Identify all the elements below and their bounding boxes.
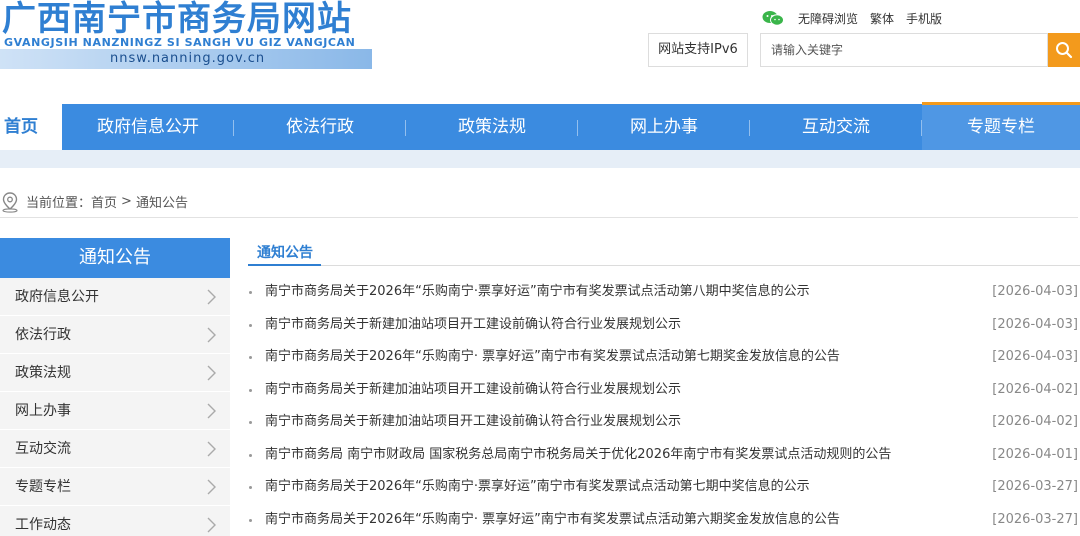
- list-item[interactable]: 南宁市商务局关于2026年“乐购南宁·票享好运”南宁市有奖发票试点活动第七期中奖…: [248, 471, 1080, 504]
- chevron-right-icon: [207, 441, 216, 457]
- site-logo-zhuang: GVANGJSIH NANZNINGZ SI SANGH VU GIZ VANG…: [4, 36, 356, 49]
- search-input[interactable]: [760, 33, 1048, 67]
- list-item[interactable]: 南宁市商务局 南宁市财政局 国家税务总局南宁市税务局关于优化2026年南宁市有奖…: [248, 439, 1080, 472]
- nav-label: 网上办事: [630, 117, 698, 137]
- bullet-dot: [249, 388, 252, 392]
- nav-special-topics[interactable]: 专题专栏: [922, 102, 1080, 150]
- sidebar-item-label: 政策法规: [15, 365, 71, 381]
- wechat-icon[interactable]: [762, 10, 784, 26]
- notice-title[interactable]: 南宁市商务局关于2026年“乐购南宁· 票享好运”南宁市有奖发票试点活动第六期奖…: [265, 512, 840, 527]
- site-logo-title[interactable]: 广西南宁市商务局网站: [2, 0, 352, 38]
- breadcrumb-current[interactable]: 通知公告: [136, 192, 188, 211]
- notice-date: [2026-04-02]: [992, 414, 1078, 429]
- sidebar-item-law-admin[interactable]: 依法行政: [0, 316, 230, 354]
- nav-online-service[interactable]: 网上办事: [578, 104, 750, 150]
- bullet-dot: [249, 291, 252, 294]
- sidebar-item-special-topics[interactable]: 专题专栏: [0, 468, 230, 506]
- nav-label: 依法行政: [286, 117, 354, 137]
- sidebar-item-interaction[interactable]: 互动交流: [0, 430, 230, 468]
- nav-law-admin[interactable]: 依法行政: [234, 104, 406, 150]
- bullet-dot: [249, 518, 252, 522]
- notice-date: [2026-04-02]: [992, 381, 1078, 397]
- notice-date: [2026-04-03]: [992, 284, 1078, 299]
- list-item[interactable]: 南宁市商务局关于新建加油站项目开工建设前确认符合行业发展规划公示 [2026-04…: [248, 374, 1080, 407]
- nav-underbar: [0, 150, 1080, 168]
- notice-title[interactable]: 南宁市商务局关于2026年“乐购南宁· 票享好运”南宁市有奖发票试点活动第七期奖…: [265, 349, 840, 364]
- site-header: 广西南宁市商务局网站 GVANGJSIH NANZNINGZ SI SANGH …: [0, 0, 1080, 104]
- accessibility-link[interactable]: 无障碍浏览: [798, 10, 858, 27]
- notice-title[interactable]: 南宁市商务局关于2026年“乐购南宁·票享好运”南宁市有奖发票试点活动第八期中奖…: [265, 284, 810, 299]
- bullet-dot: [249, 356, 252, 359]
- notice-title[interactable]: 南宁市商务局关于新建加油站项目开工建设前确认符合行业发展规划公示: [265, 382, 681, 397]
- sidebar: 通知公告 政府信息公开 依法行政 政策法规 网上办事 互动交流 专题专栏 工作动…: [0, 238, 230, 536]
- main-content: 通知公告 南宁市商务局关于2026年“乐购南宁·票享好运”南宁市有奖发票试点活动…: [248, 238, 1080, 536]
- notice-date: [2026-04-03]: [992, 316, 1078, 332]
- bullet-dot: [249, 453, 252, 457]
- sidebar-item-policy[interactable]: 政策法规: [0, 354, 230, 392]
- sidebar-item-work-news[interactable]: 工作动态: [0, 506, 230, 536]
- chevron-right-icon: [207, 289, 216, 305]
- breadcrumb-separator: >: [121, 194, 132, 209]
- nav-label: 专题专栏: [967, 117, 1035, 137]
- search-icon: [1056, 42, 1073, 59]
- bullet-dot: [249, 421, 252, 424]
- list-item[interactable]: 南宁市商务局关于新建加油站项目开工建设前确认符合行业发展规划公示 [2026-04…: [248, 309, 1080, 342]
- notice-title[interactable]: 南宁市商务局 南宁市财政局 国家税务总局南宁市税务局关于优化2026年南宁市有奖…: [265, 447, 891, 462]
- breadcrumb-home[interactable]: 首页: [91, 192, 117, 211]
- nav-label: 政策法规: [458, 117, 526, 137]
- sidebar-title: 通知公告: [0, 238, 230, 278]
- sidebar-item-online-service[interactable]: 网上办事: [0, 392, 230, 430]
- nav-label: 政府信息公开: [97, 117, 199, 137]
- chevron-right-icon: [207, 365, 216, 381]
- sidebar-item-label: 网上办事: [15, 403, 71, 419]
- nav-label: 互动交流: [802, 117, 870, 137]
- bullet-dot: [249, 486, 252, 489]
- list-item[interactable]: 南宁市商务局关于新建加油站项目开工建设前确认符合行业发展规划公示 [2026-04…: [248, 406, 1080, 439]
- nav-interaction[interactable]: 互动交流: [750, 104, 922, 150]
- sidebar-item-gov-info[interactable]: 政府信息公开: [0, 278, 230, 316]
- section-header: 通知公告: [248, 238, 1080, 266]
- bullet-dot: [249, 323, 252, 327]
- nav-gov-info[interactable]: 政府信息公开: [62, 104, 234, 150]
- site-logo-url: nnsw.nanning.gov.cn: [110, 51, 266, 66]
- notice-date: [2026-04-01]: [992, 446, 1078, 462]
- traditional-chinese-link[interactable]: 繁体: [870, 10, 894, 27]
- search-button[interactable]: [1048, 33, 1080, 67]
- main-nav: 首页 政府信息公开 依法行政 政策法规 网上办事 互动交流 专题专栏: [0, 102, 1080, 150]
- location-pin-icon: [2, 191, 18, 213]
- sidebar-item-label: 互动交流: [15, 441, 71, 457]
- nav-home[interactable]: 首页: [0, 104, 62, 150]
- sidebar-item-label: 专题专栏: [15, 479, 71, 495]
- nav-policy[interactable]: 政策法规: [406, 104, 578, 150]
- mobile-version-link[interactable]: 手机版: [906, 10, 942, 27]
- notice-title[interactable]: 南宁市商务局关于2026年“乐购南宁·票享好运”南宁市有奖发票试点活动第七期中奖…: [265, 479, 810, 494]
- top-links: 无障碍浏览 繁体 手机版: [762, 8, 954, 28]
- section-title: 通知公告: [248, 238, 321, 266]
- notice-date: [2026-04-03]: [992, 349, 1078, 364]
- chevron-right-icon: [207, 479, 216, 495]
- list-item[interactable]: 南宁市商务局关于2026年“乐购南宁· 票享好运”南宁市有奖发票试点活动第六期奖…: [248, 504, 1080, 536]
- notice-title[interactable]: 南宁市商务局关于新建加油站项目开工建设前确认符合行业发展规划公示: [265, 414, 681, 429]
- chevron-right-icon: [207, 517, 216, 533]
- chevron-right-icon: [207, 403, 216, 419]
- notice-title[interactable]: 南宁市商务局关于新建加油站项目开工建设前确认符合行业发展规划公示: [265, 317, 681, 332]
- sidebar-item-label: 依法行政: [15, 327, 71, 343]
- notice-list: 南宁市商务局关于2026年“乐购南宁·票享好运”南宁市有奖发票试点活动第八期中奖…: [248, 276, 1080, 536]
- list-item[interactable]: 南宁市商务局关于2026年“乐购南宁·票享好运”南宁市有奖发票试点活动第八期中奖…: [248, 276, 1080, 309]
- notice-date: [2026-03-27]: [992, 511, 1078, 527]
- ipv6-badge: 网站支持IPv6: [648, 33, 748, 67]
- chevron-right-icon: [207, 327, 216, 343]
- breadcrumb: 当前位置： 首页 > 通知公告: [0, 186, 1078, 218]
- sidebar-item-label: 政府信息公开: [15, 289, 99, 305]
- notice-date: [2026-03-27]: [992, 479, 1078, 494]
- list-item[interactable]: 南宁市商务局关于2026年“乐购南宁· 票享好运”南宁市有奖发票试点活动第七期奖…: [248, 341, 1080, 374]
- breadcrumb-label: 当前位置：: [26, 196, 92, 211]
- sidebar-item-label: 工作动态: [15, 517, 71, 533]
